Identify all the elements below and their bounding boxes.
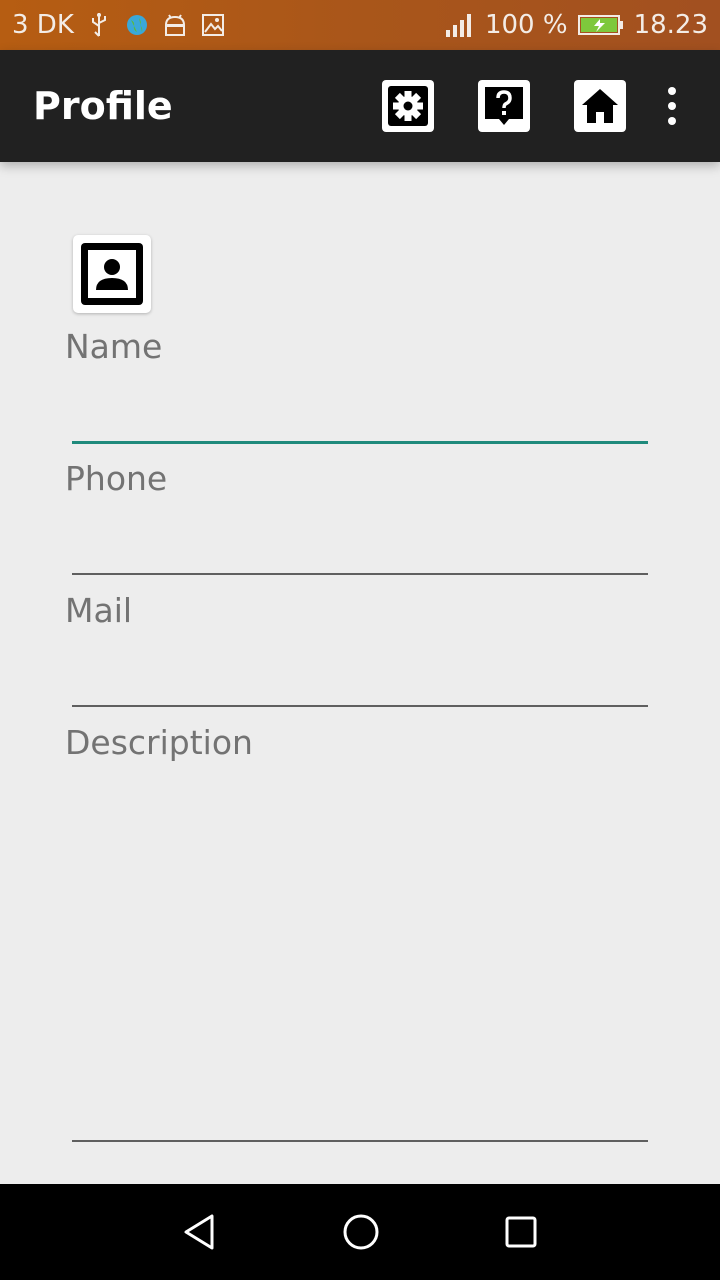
name-label: Name	[65, 327, 163, 366]
mail-field-underline	[72, 705, 648, 707]
android-icon	[162, 12, 188, 38]
usb-icon	[86, 12, 112, 38]
app-toolbar: Profile	[0, 50, 720, 162]
globe-icon	[124, 12, 150, 38]
status-bar: 3 DK 100 % 18.23	[0, 0, 720, 50]
status-bar-left: 3 DK	[12, 0, 226, 50]
mail-label: Mail	[65, 591, 133, 630]
battery-charging-icon	[577, 12, 624, 38]
back-icon	[184, 1214, 214, 1250]
settings-button[interactable]	[382, 80, 434, 132]
signal-icon	[445, 12, 475, 38]
name-field-underline	[72, 441, 648, 444]
description-field[interactable]	[72, 780, 648, 1135]
status-bar-right: 100 % 18.23	[445, 0, 708, 50]
clock: 18.23	[633, 10, 708, 40]
name-field[interactable]	[72, 380, 648, 440]
phone-field-underline	[72, 573, 648, 575]
description-field-underline	[72, 1140, 648, 1142]
overflow-menu-button[interactable]	[648, 80, 696, 132]
home-button[interactable]	[574, 80, 626, 132]
back-button[interactable]	[175, 1206, 227, 1258]
home-icon	[574, 80, 626, 132]
image-icon	[200, 12, 226, 38]
mail-field[interactable]	[72, 644, 648, 704]
overflow-menu-icon	[668, 87, 676, 125]
recents-icon	[505, 1216, 537, 1248]
carrier-label: 3 DK	[12, 10, 74, 40]
system-nav-bar	[0, 1184, 720, 1280]
home-circle-icon	[343, 1214, 379, 1250]
help-icon	[478, 80, 530, 132]
phone-label: Phone	[65, 459, 168, 498]
description-label: Description	[65, 723, 253, 762]
page-title: Profile	[33, 84, 173, 128]
help-button[interactable]	[478, 80, 530, 132]
recents-button[interactable]	[495, 1206, 547, 1258]
home-nav-button[interactable]	[335, 1206, 387, 1258]
settings-icon	[382, 80, 434, 132]
phone-field[interactable]	[72, 512, 648, 572]
battery-percent: 100 %	[484, 10, 568, 40]
contact-card-icon[interactable]	[73, 235, 151, 313]
